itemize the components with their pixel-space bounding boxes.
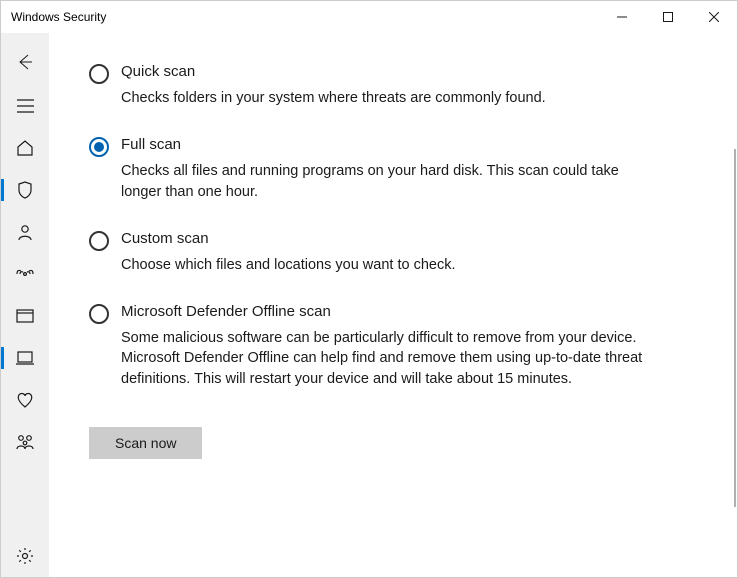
device-security-icon[interactable]: [1, 337, 49, 379]
offline-scan-description: Some malicious software can be particula…: [121, 328, 651, 389]
home-icon[interactable]: [1, 127, 49, 169]
virus-threat-protection-icon[interactable]: [1, 169, 49, 211]
radio-custom-scan[interactable]: [89, 231, 109, 251]
scrollbar[interactable]: [734, 149, 736, 507]
scan-option-offline[interactable]: Microsoft Defender Offline scan Some mal…: [89, 303, 677, 389]
family-options-icon[interactable]: [1, 421, 49, 463]
app-browser-control-icon[interactable]: [1, 295, 49, 337]
settings-icon[interactable]: [1, 535, 49, 577]
hamburger-menu-icon[interactable]: [1, 85, 49, 127]
quick-scan-description: Checks folders in your system where thre…: [121, 88, 546, 108]
offline-scan-title: Microsoft Defender Offline scan: [121, 303, 651, 320]
radio-quick-scan[interactable]: [89, 64, 109, 84]
firewall-network-icon[interactable]: [1, 253, 49, 295]
radio-full-scan[interactable]: [89, 137, 109, 157]
content-area: Quick scan Checks folders in your system…: [49, 33, 737, 577]
close-button[interactable]: [691, 1, 737, 33]
device-performance-health-icon[interactable]: [1, 379, 49, 421]
scan-option-quick[interactable]: Quick scan Checks folders in your system…: [89, 63, 677, 108]
full-scan-title: Full scan: [121, 136, 651, 153]
sidebar: [1, 33, 49, 577]
account-protection-icon[interactable]: [1, 211, 49, 253]
radio-offline-scan[interactable]: [89, 304, 109, 324]
minimize-button[interactable]: [599, 1, 645, 33]
scan-option-full[interactable]: Full scan Checks all files and running p…: [89, 136, 677, 202]
quick-scan-title: Quick scan: [121, 63, 546, 80]
custom-scan-title: Custom scan: [121, 230, 456, 247]
window-controls: [599, 1, 737, 33]
scan-now-button[interactable]: Scan now: [89, 427, 202, 459]
maximize-button[interactable]: [645, 1, 691, 33]
back-button[interactable]: [1, 39, 49, 85]
scan-option-custom[interactable]: Custom scan Choose which files and locat…: [89, 230, 677, 275]
custom-scan-description: Choose which files and locations you wan…: [121, 255, 456, 275]
window-title: Windows Security: [11, 10, 106, 24]
titlebar: Windows Security: [1, 1, 737, 33]
full-scan-description: Checks all files and running programs on…: [121, 161, 651, 202]
